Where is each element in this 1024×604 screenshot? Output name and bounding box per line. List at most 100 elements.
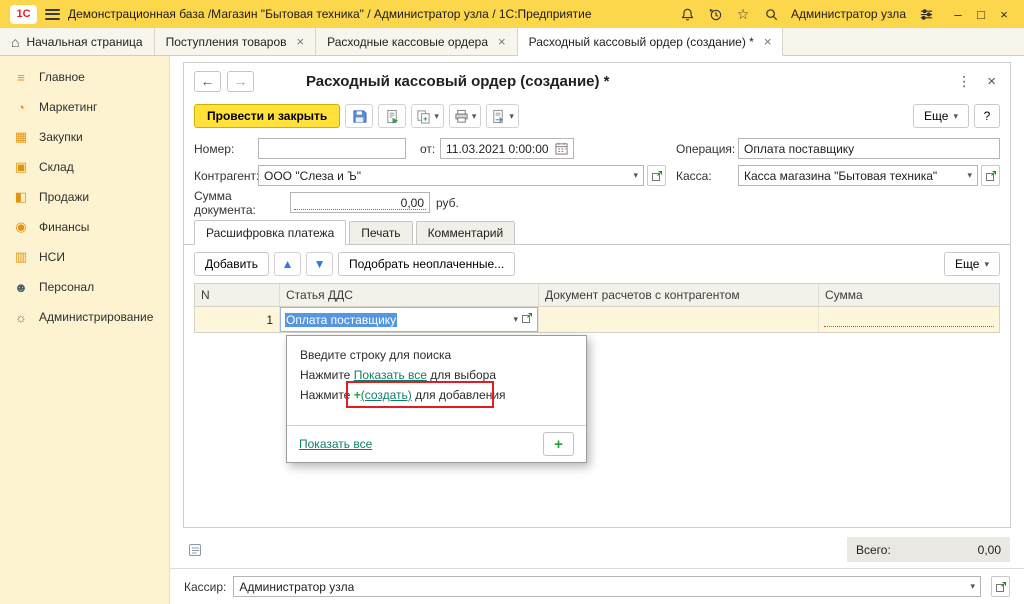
counterparty-open-button[interactable] xyxy=(647,165,666,186)
post-and-close-button[interactable]: Провести и закрыть xyxy=(194,104,340,128)
app-window: 1С Демонстрационная база /Магазин "Бытов… xyxy=(0,0,1024,604)
tab-home-label: Начальная страница xyxy=(26,35,142,49)
cashier-open-button[interactable] xyxy=(991,576,1010,597)
minimize-icon[interactable]: – xyxy=(948,4,968,24)
sidebar-item-personal[interactable]: ☻Персонал xyxy=(0,272,169,302)
column-header-settlement-doc[interactable]: Документ расчетов с контрагентом xyxy=(539,284,819,306)
create-inline-link[interactable]: (создать) xyxy=(361,388,412,402)
create-based-on-dropdown-button[interactable]: ▾ xyxy=(486,104,519,128)
document-form: ← → Расходный кассовый ордер (создание) … xyxy=(183,62,1011,528)
column-header-amount[interactable]: Сумма xyxy=(819,284,999,306)
post-document-icon xyxy=(385,109,400,124)
dropdown-arrow-icon[interactable]: ▾ xyxy=(629,170,638,181)
form-close-icon[interactable]: × xyxy=(983,73,1000,90)
show-all-inline-link[interactable]: Показать все xyxy=(354,368,427,382)
tab-close-icon[interactable]: × xyxy=(297,34,305,49)
column-header-dds-article[interactable]: Статья ДДС xyxy=(280,284,539,306)
form-more-menu-icon[interactable]: ⋮ xyxy=(951,73,977,90)
number-input[interactable] xyxy=(258,138,406,159)
tab-close-icon[interactable]: × xyxy=(498,34,506,49)
sidebar-item-glavnoe[interactable]: ≡Главное xyxy=(0,62,169,92)
cashier-input[interactable]: Администратор узла ▾ xyxy=(233,576,981,597)
close-icon[interactable]: × xyxy=(994,4,1014,24)
notifications-bell-icon[interactable] xyxy=(677,4,697,24)
pick-unpaid-button[interactable]: Подобрать неоплаченные... xyxy=(338,252,515,276)
popup-hint-search: Введите строку для поиска xyxy=(300,345,573,365)
help-button[interactable]: ? xyxy=(974,104,1000,128)
main-menu-icon[interactable] xyxy=(45,9,60,20)
history-icon[interactable] xyxy=(705,4,725,24)
logo-text: 1С xyxy=(16,8,30,20)
cashbox-input[interactable]: Касса магазина "Бытовая техника" ▾ xyxy=(738,165,978,186)
move-up-button[interactable]: ▲ xyxy=(274,252,301,276)
settlement-doc-cell[interactable] xyxy=(539,307,819,332)
tab-cash-order-new[interactable]: Расходный кассовый ордер (создание) * × xyxy=(518,28,784,56)
table-row[interactable]: 1 Оплата поставщику ▾ xyxy=(195,307,999,332)
service-settings-icon[interactable] xyxy=(916,4,936,24)
tab-cash-orders-list[interactable]: Расходные кассовые ордера × xyxy=(316,28,518,55)
tab-home[interactable]: ⌂ Начальная страница xyxy=(0,28,155,55)
search-icon[interactable] xyxy=(761,4,781,24)
cashier-label: Кассир: xyxy=(184,580,226,594)
sidebar-item-label: Закупки xyxy=(39,130,83,144)
amount-input[interactable]: 0,00 xyxy=(290,192,430,213)
sidebar-item-label: Продажи xyxy=(39,190,89,204)
payment-details-table: N Статья ДДС Документ расчетов с контраг… xyxy=(194,283,1000,333)
table-more-button[interactable]: Еще▾ xyxy=(944,252,1000,276)
back-button[interactable]: ← xyxy=(194,71,221,92)
tab-payment-details[interactable]: Расшифровка платежа xyxy=(194,220,346,245)
cashbox-open-button[interactable] xyxy=(981,165,1000,186)
row-number-cell[interactable]: 1 xyxy=(195,307,280,332)
hint-text: Нажмите xyxy=(300,388,354,402)
user-name[interactable]: Администратор узла xyxy=(791,7,906,21)
favorites-star-icon[interactable]: ☆ xyxy=(733,4,753,24)
save-button[interactable] xyxy=(345,104,373,128)
forward-button[interactable]: → xyxy=(227,71,254,92)
post-document-button[interactable] xyxy=(378,104,406,128)
sidebar-item-zakupki[interactable]: ▦Закупки xyxy=(0,122,169,152)
dds-open-button[interactable] xyxy=(521,312,533,327)
dropdown-arrow-icon[interactable]: ▾ xyxy=(963,170,972,181)
operation-input[interactable]: Оплата поставщику xyxy=(738,138,1000,159)
add-row-button[interactable]: Добавить xyxy=(194,252,269,276)
sidebar-item-marketing[interactable]: ◔Маркетинг xyxy=(0,92,169,122)
dropdown-arrow-icon[interactable]: ▾ xyxy=(966,581,975,592)
dropdown-arrow-icon[interactable]: ▾ xyxy=(510,314,521,325)
dds-article-cell[interactable]: Оплата поставщику ▾ xyxy=(280,307,539,332)
open-icon xyxy=(985,170,997,182)
sidebar-item-nsi[interactable]: ▥НСИ xyxy=(0,242,169,272)
dropdown-arrow-icon: ▾ xyxy=(509,111,514,122)
show-all-link[interactable]: Показать все xyxy=(299,437,372,451)
print-dropdown-button[interactable]: ▾ xyxy=(449,104,482,128)
window-tab-bar: ⌂ Начальная страница Поступления товаров… xyxy=(0,28,1024,56)
sidebar-item-label: Персонал xyxy=(39,280,94,294)
counterparty-input[interactable]: ООО "Слеза и Ъ" ▾ xyxy=(258,165,644,186)
comment-note-icon[interactable] xyxy=(188,543,202,560)
copy-dropdown-button[interactable]: ▾ xyxy=(411,104,444,128)
tab-print[interactable]: Печать xyxy=(349,221,412,244)
plus-icon: + xyxy=(354,388,361,402)
top-bar: 1С Демонстрационная база /Магазин "Бытов… xyxy=(0,0,1024,28)
tab-comment[interactable]: Комментарий xyxy=(416,221,516,244)
create-new-button[interactable]: + xyxy=(543,432,574,456)
dds-article-editor[interactable]: Оплата поставщику ▾ xyxy=(280,307,538,332)
sidebar-item-prodazhi[interactable]: ◧Продажи xyxy=(0,182,169,212)
amount-cell[interactable] xyxy=(819,307,999,332)
dropdown-arrow-icon: ▾ xyxy=(434,111,439,122)
tab-goods-receipts[interactable]: Поступления товаров × xyxy=(155,28,317,55)
sidebar-item-sklad[interactable]: ▣Склад xyxy=(0,152,169,182)
calendar-icon[interactable] xyxy=(555,142,568,155)
date-input[interactable]: 11.03.2021 0:00:00 xyxy=(440,138,574,159)
dds-suggestion-popup: Введите строку для поиска Нажмите Показа… xyxy=(286,335,587,463)
sidebar-item-finansy[interactable]: ◉Финансы xyxy=(0,212,169,242)
forward-arrow-icon: → xyxy=(234,73,248,89)
column-header-n[interactable]: N xyxy=(195,284,280,306)
tab-close-icon[interactable]: × xyxy=(764,34,772,49)
maximize-icon[interactable]: □ xyxy=(971,4,991,24)
more-button[interactable]: Еще▾ xyxy=(913,104,969,128)
dds-article-selected-text: Оплата поставщику xyxy=(285,313,397,327)
sidebar-item-administrirovanie[interactable]: ☼Администрирование xyxy=(0,302,169,332)
hint-text: для добавления xyxy=(412,388,506,402)
tab-label: Поступления товаров xyxy=(166,35,287,49)
move-down-button[interactable]: ▼ xyxy=(306,252,333,276)
